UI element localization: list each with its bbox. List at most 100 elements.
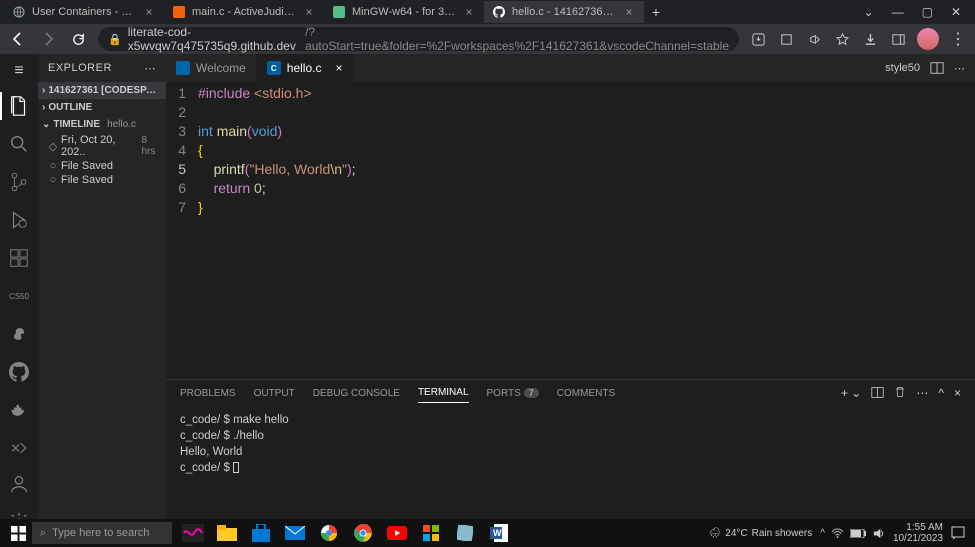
notes-icon[interactable] — [450, 521, 480, 545]
split-terminal-icon[interactable] — [871, 386, 884, 400]
tab-label: hello.c — [287, 61, 322, 75]
volume-icon[interactable] — [872, 527, 885, 540]
docker-icon[interactable] — [7, 398, 31, 422]
comments-tab[interactable]: COMMENTS — [557, 384, 615, 403]
close-panel-icon[interactable]: × — [954, 386, 961, 400]
editor-tab-welcome[interactable]: Welcome — [166, 54, 257, 82]
timeline-section[interactable]: ⌄TIMELINEhello.c — [38, 116, 166, 133]
code-editor[interactable]: 1 2 3 4 5 6 7 #include <stdio.h> int mai… — [166, 82, 975, 379]
notifications-icon[interactable] — [951, 526, 965, 540]
store-icon[interactable] — [246, 521, 276, 545]
ports-tab[interactable]: PORTS7 — [487, 384, 539, 403]
duck-icon[interactable] — [7, 322, 31, 346]
system-tray: 🌧 24°C Rain showers ^ 1:55 AM 10/21/2023 — [709, 522, 971, 544]
search-icon[interactable] — [7, 132, 31, 156]
browser-tab-strip: User Containers - webterm | Lag × main.c… — [0, 0, 975, 24]
ms-todo-icon[interactable] — [416, 521, 446, 545]
battery-icon[interactable] — [850, 529, 866, 538]
source-control-icon[interactable] — [7, 170, 31, 194]
github-icon[interactable] — [7, 360, 31, 384]
extension-icon[interactable] — [777, 30, 795, 48]
more-icon[interactable]: ⋯ — [954, 62, 965, 75]
url-input[interactable]: 🔒 literate-cod-x5wvqw7q475735q9.github.d… — [98, 27, 739, 51]
profile-avatar[interactable] — [917, 28, 939, 50]
outline-section[interactable]: ›OUTLINE — [38, 99, 166, 116]
share-icon[interactable] — [805, 30, 823, 48]
taskbar-search[interactable]: ⌕ Type here to search — [32, 522, 172, 544]
app-icon[interactable] — [178, 521, 208, 545]
install-icon[interactable] — [749, 30, 767, 48]
minimize-icon[interactable]: — — [892, 5, 904, 19]
menu-icon[interactable]: ⋮ — [949, 30, 967, 48]
chevron-right-icon: › — [42, 102, 45, 113]
terminal-cursor — [233, 462, 239, 473]
output-tab[interactable]: OUTPUT — [254, 384, 295, 403]
browser-tab-2[interactable]: MinGW-w64 - for 32 and 64 bit × — [324, 1, 484, 23]
account-icon[interactable] — [7, 472, 31, 496]
hamburger-icon[interactable]: ≡ — [14, 62, 23, 80]
tab-title: hello.c - 141627361 [Codespace — [512, 6, 616, 18]
start-button[interactable] — [4, 519, 32, 547]
weather-widget[interactable]: 🌧 24°C Rain showers — [709, 528, 813, 539]
new-terminal-icon[interactable]: + ⌄ — [841, 386, 861, 400]
chevron-down-icon[interactable]: ⌄ — [864, 5, 874, 19]
split-icon[interactable] — [930, 61, 944, 75]
more-icon[interactable]: ⋯ — [916, 386, 928, 400]
remote-icon[interactable] — [7, 436, 31, 460]
mingw-icon — [332, 5, 346, 19]
tray-chevron-icon[interactable]: ^ — [820, 528, 825, 539]
trash-icon[interactable] — [894, 386, 906, 400]
close-icon[interactable]: × — [622, 5, 636, 19]
browser-tab-1[interactable]: main.c - ActiveJudiciousPcboard × — [164, 1, 324, 23]
chrome-icon[interactable] — [348, 521, 378, 545]
star-icon[interactable] — [833, 30, 851, 48]
file-explorer-icon[interactable] — [212, 521, 242, 545]
youtube-icon[interactable] — [382, 521, 412, 545]
more-icon[interactable]: ⋯ — [145, 62, 157, 75]
close-icon[interactable]: × — [142, 5, 156, 19]
weather-temp: 24°C — [725, 528, 747, 539]
timeline-time: 8 hrs — [142, 135, 163, 157]
clock[interactable]: 1:55 AM 10/21/2023 — [893, 522, 943, 544]
close-icon[interactable]: × — [302, 5, 316, 19]
photos-icon[interactable] — [314, 521, 344, 545]
browser-tab-0[interactable]: User Containers - webterm | Lag × — [4, 1, 164, 23]
panel-icon[interactable] — [889, 30, 907, 48]
close-icon[interactable]: × — [335, 61, 342, 75]
repo-section[interactable]: ›141627361 [CODESPACES: LI... — [38, 82, 166, 99]
word-icon[interactable]: W — [484, 521, 514, 545]
close-icon[interactable]: × — [462, 5, 476, 19]
run-debug-icon[interactable] — [7, 208, 31, 232]
download-icon[interactable] — [861, 30, 879, 48]
debug-console-tab[interactable]: DEBUG CONSOLE — [313, 384, 400, 403]
problems-tab[interactable]: PROBLEMS — [180, 384, 236, 403]
time: 1:55 AM — [893, 522, 943, 533]
style50-button[interactable]: style50 — [885, 62, 920, 74]
timeline-item[interactable]: ○ File Saved — [38, 173, 166, 187]
line-num: 4 — [166, 141, 186, 160]
close-window-icon[interactable]: ✕ — [951, 5, 961, 19]
wifi-icon[interactable] — [831, 528, 844, 539]
maximize-icon[interactable]: ▢ — [922, 5, 933, 19]
cs50-icon[interactable]: CS50 — [7, 284, 31, 308]
line-num: 7 — [166, 198, 186, 217]
reload-button[interactable] — [68, 29, 88, 49]
terminal-tab[interactable]: TERMINAL — [418, 383, 469, 403]
address-actions: ⋮ — [749, 28, 967, 50]
timeline-label: File Saved — [61, 174, 113, 186]
browser-tab-3[interactable]: hello.c - 141627361 [Codespace × — [484, 1, 644, 23]
editor-tab-hello[interactable]: C hello.c × — [257, 54, 354, 82]
explorer-icon[interactable] — [7, 94, 31, 118]
tab-title: User Containers - webterm | Lag — [32, 6, 136, 18]
maximize-panel-icon[interactable]: ^ — [938, 386, 944, 400]
timeline-item[interactable]: ○ File Saved — [38, 159, 166, 173]
timeline-item[interactable]: ◇ Fri, Oct 20, 202.. 8 hrs — [38, 133, 166, 159]
forward-button[interactable] — [38, 29, 58, 49]
mail-icon[interactable] — [280, 521, 310, 545]
search-placeholder: Type here to search — [52, 527, 149, 539]
terminal-output[interactable]: c_code/ $ make hello c_code/ $ ./hello H… — [166, 406, 975, 519]
new-tab-button[interactable]: + — [644, 4, 668, 20]
back-button[interactable] — [8, 29, 28, 49]
weather-icon: 🌧 — [709, 528, 722, 539]
extensions-icon[interactable] — [7, 246, 31, 270]
